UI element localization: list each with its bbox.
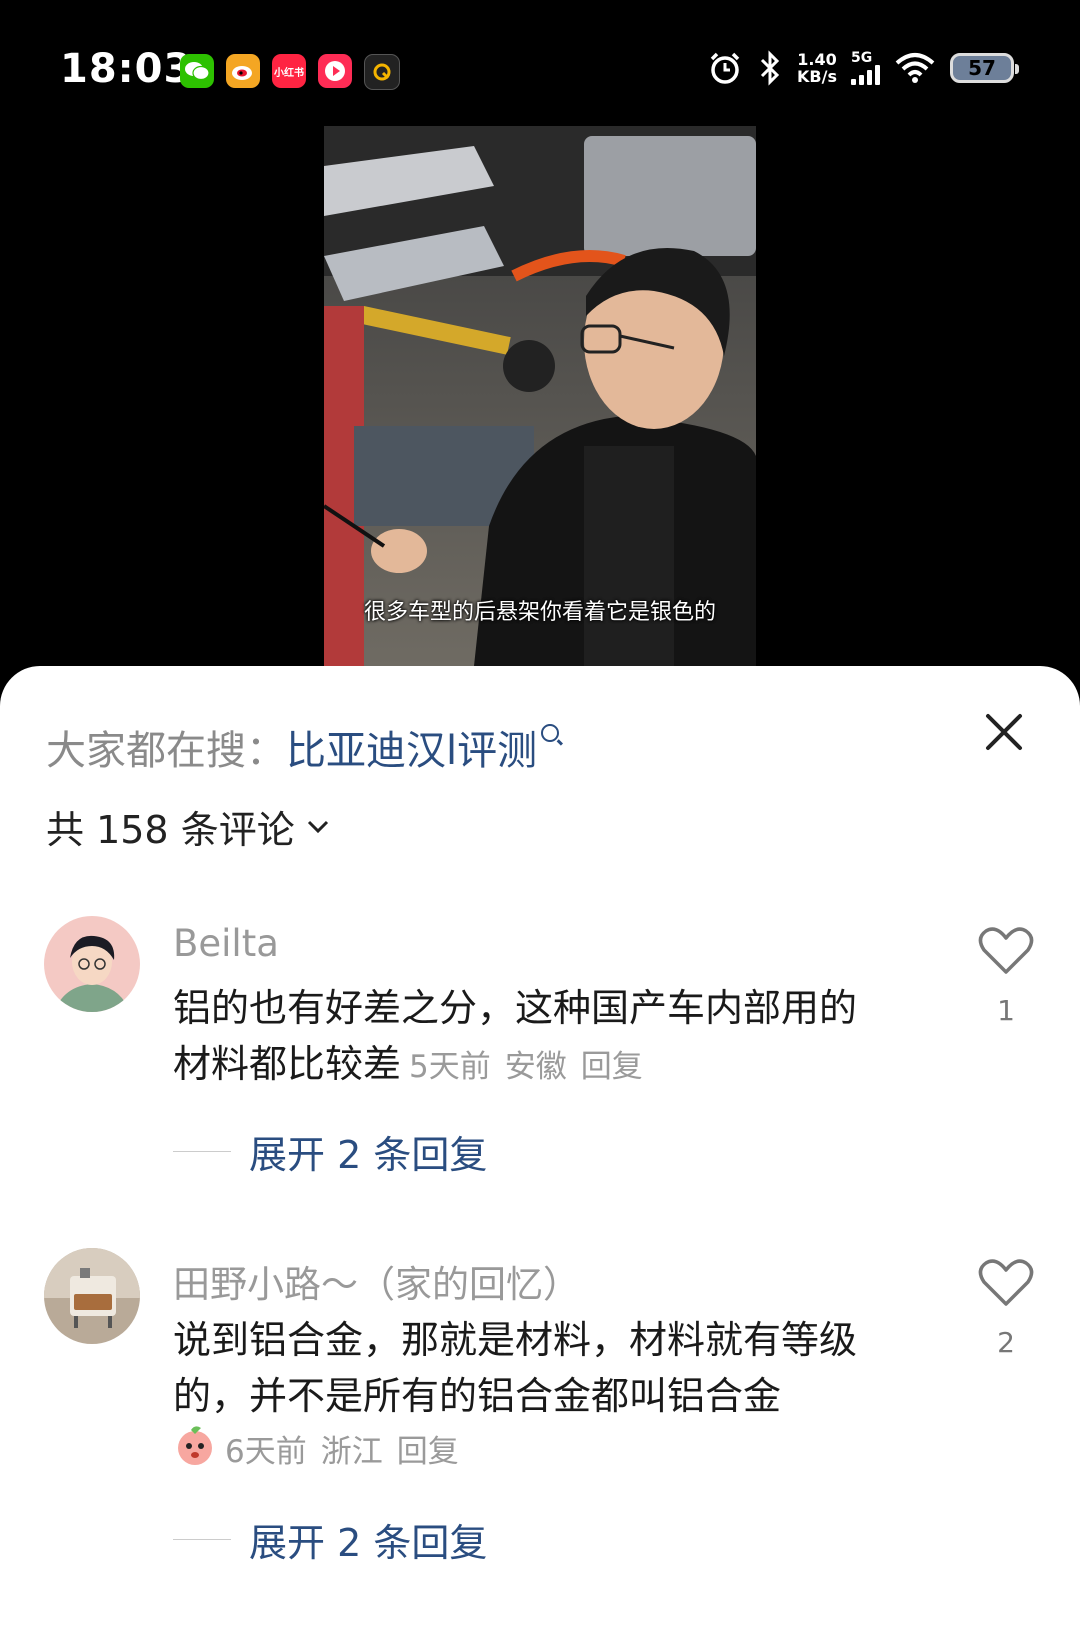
- video-frame: [324, 126, 756, 666]
- heart-icon: [978, 927, 1034, 974]
- avatar[interactable]: [44, 916, 140, 1012]
- heart-icon: [978, 1259, 1034, 1306]
- search-icon: [541, 724, 560, 742]
- comment-sheet: 大家都在搜：比亚迪汉l评测 共 158 条评论 Beilta 铝的也有好差之分，…: [0, 666, 1080, 1627]
- wifi-icon: [895, 53, 935, 83]
- clock-time: 18:03: [60, 46, 193, 92]
- notification-icons: 小红书: [180, 54, 400, 90]
- hot-search-bar[interactable]: 大家都在搜：比亚迪汉l评测: [46, 718, 560, 776]
- like-count: 1: [997, 994, 1015, 1027]
- expand-replies-label: 展开 2 条回复: [249, 1133, 488, 1177]
- comment-location: 浙江: [320, 1434, 383, 1470]
- comment-time: 5天前: [409, 1049, 491, 1085]
- like-button[interactable]: 2: [978, 1258, 1034, 1359]
- comment-time: 6天前: [225, 1434, 307, 1470]
- comment-text: 说到铝合金，那就是材料，材料就有等级的，并不是所有的铝合金都叫铝合金: [173, 1318, 858, 1418]
- weibo-icon: [226, 54, 260, 88]
- alarm-icon: [710, 52, 740, 84]
- comment-meta: 5天前 安徽 回复: [409, 1049, 657, 1085]
- reply-button[interactable]: 回复: [397, 1434, 459, 1470]
- expand-replies-button[interactable]: 展开 2 条回复: [173, 1512, 487, 1567]
- q-app-icon: [364, 54, 400, 90]
- comment-meta: 6天前 浙江 回复: [225, 1434, 473, 1470]
- cellular-signal-icon: 5G: [851, 51, 880, 85]
- video-subtitle: 很多车型的后悬架你看着它是银色的: [363, 600, 716, 625]
- video-app-icon: [318, 54, 352, 88]
- comment-count-label: 共 158 条评论: [46, 808, 295, 852]
- battery-icon: 57: [950, 53, 1019, 83]
- like-button[interactable]: 1: [978, 926, 1034, 1027]
- video-player[interactable]: 很多车型的后悬架你看着它是银色的: [324, 126, 756, 666]
- bluetooth-icon: [760, 50, 780, 86]
- like-count: 2: [997, 1326, 1015, 1359]
- hot-search-prefix: 大家都在搜：: [46, 728, 286, 774]
- reply-button[interactable]: 回复: [581, 1049, 643, 1085]
- expand-replies-label: 展开 2 条回复: [249, 1521, 488, 1565]
- comment-location: 安徽: [504, 1049, 567, 1085]
- comment-username[interactable]: Beilta: [173, 922, 279, 965]
- divider: [173, 1539, 231, 1540]
- comment-body: 铝的也有好差之分，这种国产车内部用的材料都比较差 5天前 安徽 回复: [173, 980, 893, 1095]
- comment-meta-row: 6天前 浙江 回复: [225, 1426, 825, 1475]
- avatar[interactable]: [44, 1248, 140, 1344]
- divider: [173, 1151, 231, 1152]
- hot-search-term[interactable]: 比亚迪汉l评测: [286, 728, 537, 774]
- comment-username[interactable]: 田野小路～（家的回忆）: [173, 1254, 580, 1308]
- comment-body: 说到铝合金，那就是材料，材料就有等级的，并不是所有的铝合金都叫铝合金: [173, 1312, 893, 1424]
- status-bar: 18:03 小红书 1.40 KB/s 5G 57: [0, 0, 1080, 130]
- comment-count-sort[interactable]: 共 158 条评论: [46, 799, 333, 854]
- expand-replies-button[interactable]: 展开 2 条回复: [173, 1124, 487, 1179]
- chevron-down-icon: [307, 820, 328, 833]
- xiaohongshu-icon: 小红书: [272, 54, 306, 88]
- peach-sticker-icon: [178, 1426, 212, 1465]
- status-indicators: 1.40 KB/s 5G 57: [707, 50, 1019, 86]
- wechat-icon: [180, 54, 214, 88]
- net-speed: 1.40 KB/s: [797, 50, 837, 86]
- close-icon[interactable]: [982, 710, 1026, 754]
